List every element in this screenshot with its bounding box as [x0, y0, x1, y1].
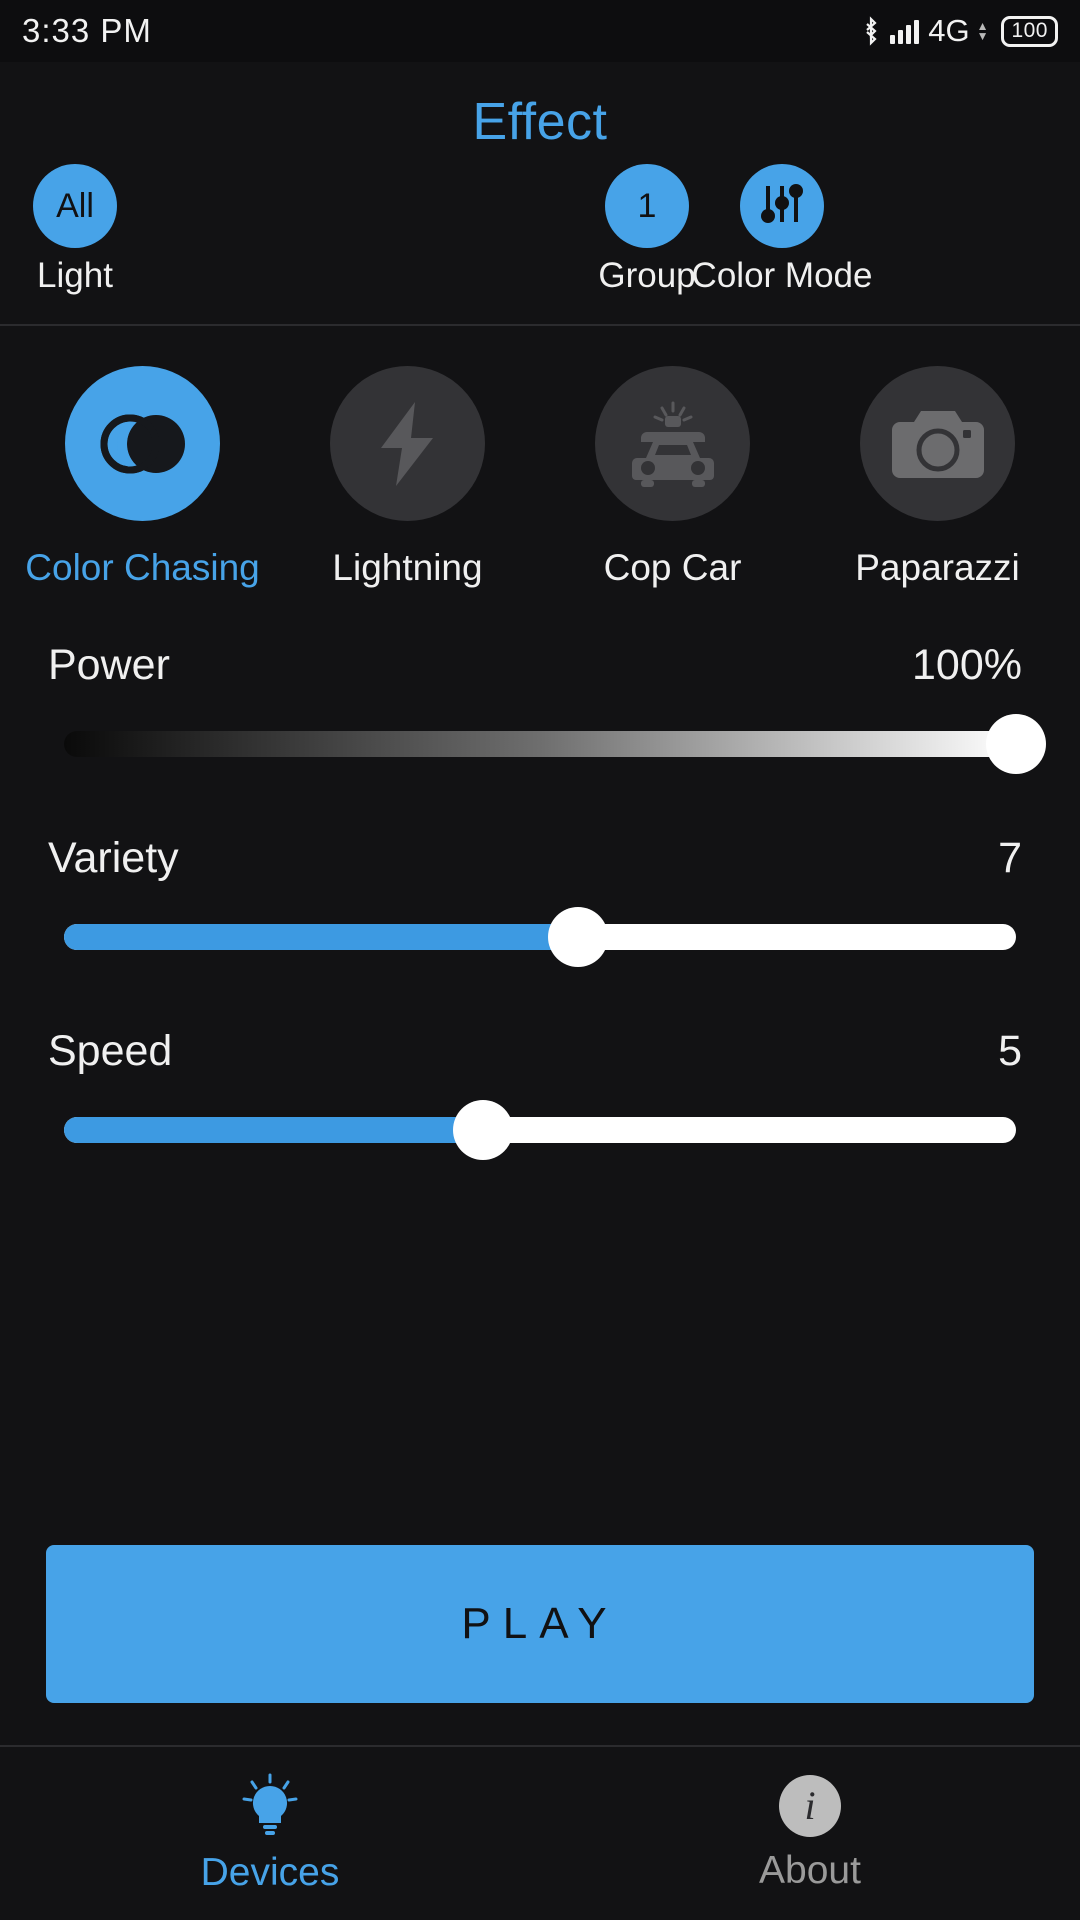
group-selector-label: Group [598, 256, 696, 295]
light-selector-badge: All [56, 186, 94, 225]
network-type-label: 4G [928, 13, 970, 48]
slider-speed-track[interactable] [64, 1117, 1016, 1143]
effect-tile-lightning[interactable]: Lightning [300, 366, 515, 589]
effect-list: Color Chasing Lightning Cop Car Paparazz… [0, 326, 1080, 589]
lightbulb-icon [242, 1773, 298, 1835]
effect-tile-cop-car[interactable]: Cop Car [565, 366, 780, 589]
group-selector-badge: 1 [637, 186, 657, 225]
lightning-bolt-glyph [380, 401, 433, 486]
slider-speed-track-wrap[interactable] [46, 1100, 1034, 1160]
sliders-icon-glyph [761, 184, 803, 223]
effect-label: Cop Car [603, 547, 742, 588]
slider-variety: Variety 7 [46, 834, 1034, 967]
sliders-icon[interactable] [740, 164, 824, 248]
group-number-icon[interactable]: 1 [605, 164, 689, 248]
effect-tile-paparazzi[interactable]: Paparazzi [830, 366, 1045, 589]
slider-speed: Speed 5 [46, 1027, 1034, 1160]
effect-label: Color Chasing [25, 547, 260, 588]
police-car-icon[interactable] [595, 366, 750, 521]
status-time: 3:33 PM [22, 12, 152, 49]
bluetooth-icon [866, 16, 877, 46]
light-selector-label: Light [37, 256, 113, 295]
light-selector-button[interactable]: All Light [0, 164, 165, 296]
all-lights-icon[interactable]: All [33, 164, 117, 248]
battery-icon: 100 [1001, 15, 1058, 47]
status-icons: 4G ▲ ▼ 100 [861, 13, 1058, 49]
slider-power: Power 100% [46, 641, 1046, 774]
slider-power-label: Power [48, 641, 170, 689]
slider-variety-value: 7 [998, 834, 1022, 882]
signal-bars-icon [890, 18, 920, 44]
nav-label-about: About [759, 1848, 861, 1892]
effect-label: Paparazzi [855, 547, 1020, 588]
overlapping-circles-icon[interactable] [65, 366, 220, 521]
slider-speed-label: Speed [48, 1027, 173, 1075]
info-icon: i [779, 1774, 841, 1837]
camera-icon[interactable] [860, 366, 1015, 521]
nav-label-devices: Devices [200, 1850, 340, 1894]
slider-speed-value: 5 [998, 1027, 1022, 1075]
color-mode-label: Color Mode [691, 256, 873, 295]
slider-section: Power 100% Variety 7 Speed 5 [0, 589, 1080, 1160]
battery-level: 100 [1011, 19, 1048, 42]
page-title: Effect [472, 93, 608, 151]
slider-speed-fill [64, 1117, 483, 1143]
slider-variety-track-wrap[interactable] [46, 907, 1034, 967]
effect-label: Lightning [332, 547, 483, 588]
slider-power-thumb[interactable] [986, 714, 1046, 774]
slider-variety-header: Variety 7 [46, 834, 1034, 883]
play-button[interactable]: PLAY [46, 1545, 1034, 1703]
slider-power-track[interactable] [64, 731, 1016, 757]
color-mode-button[interactable]: Color Mode [692, 164, 872, 296]
nav-item-about[interactable]: i About [540, 1747, 1080, 1920]
data-transfer-icon: ▲ ▼ [976, 18, 989, 43]
nav-item-devices[interactable]: Devices [0, 1747, 540, 1920]
slider-power-track-wrap[interactable] [46, 714, 1046, 774]
police-car-glyph [631, 401, 714, 487]
slider-variety-track[interactable] [64, 924, 1016, 950]
bottom-navigation: Devices i About [0, 1745, 1080, 1920]
camera-glyph [891, 410, 984, 478]
play-button-wrap: PLAY [46, 1545, 1034, 1703]
overlapping-circles-glyph [100, 414, 185, 473]
lightning-bolt-icon[interactable] [330, 366, 485, 521]
slider-power-header: Power 100% [46, 641, 1034, 690]
slider-speed-thumb[interactable] [452, 1100, 513, 1160]
slider-variety-thumb[interactable] [548, 907, 609, 967]
effect-tile-color-chasing[interactable]: Color Chasing [25, 366, 260, 589]
slider-variety-fill [64, 924, 579, 950]
slider-speed-header: Speed 5 [46, 1027, 1034, 1076]
slider-power-value: 100% [912, 641, 1022, 689]
header-controls: All Light 1 Group Color Mode [0, 164, 1080, 324]
slider-variety-label: Variety [48, 834, 179, 882]
status-bar: 3:33 PM 4G ▲ ▼ 100 [0, 0, 1080, 62]
